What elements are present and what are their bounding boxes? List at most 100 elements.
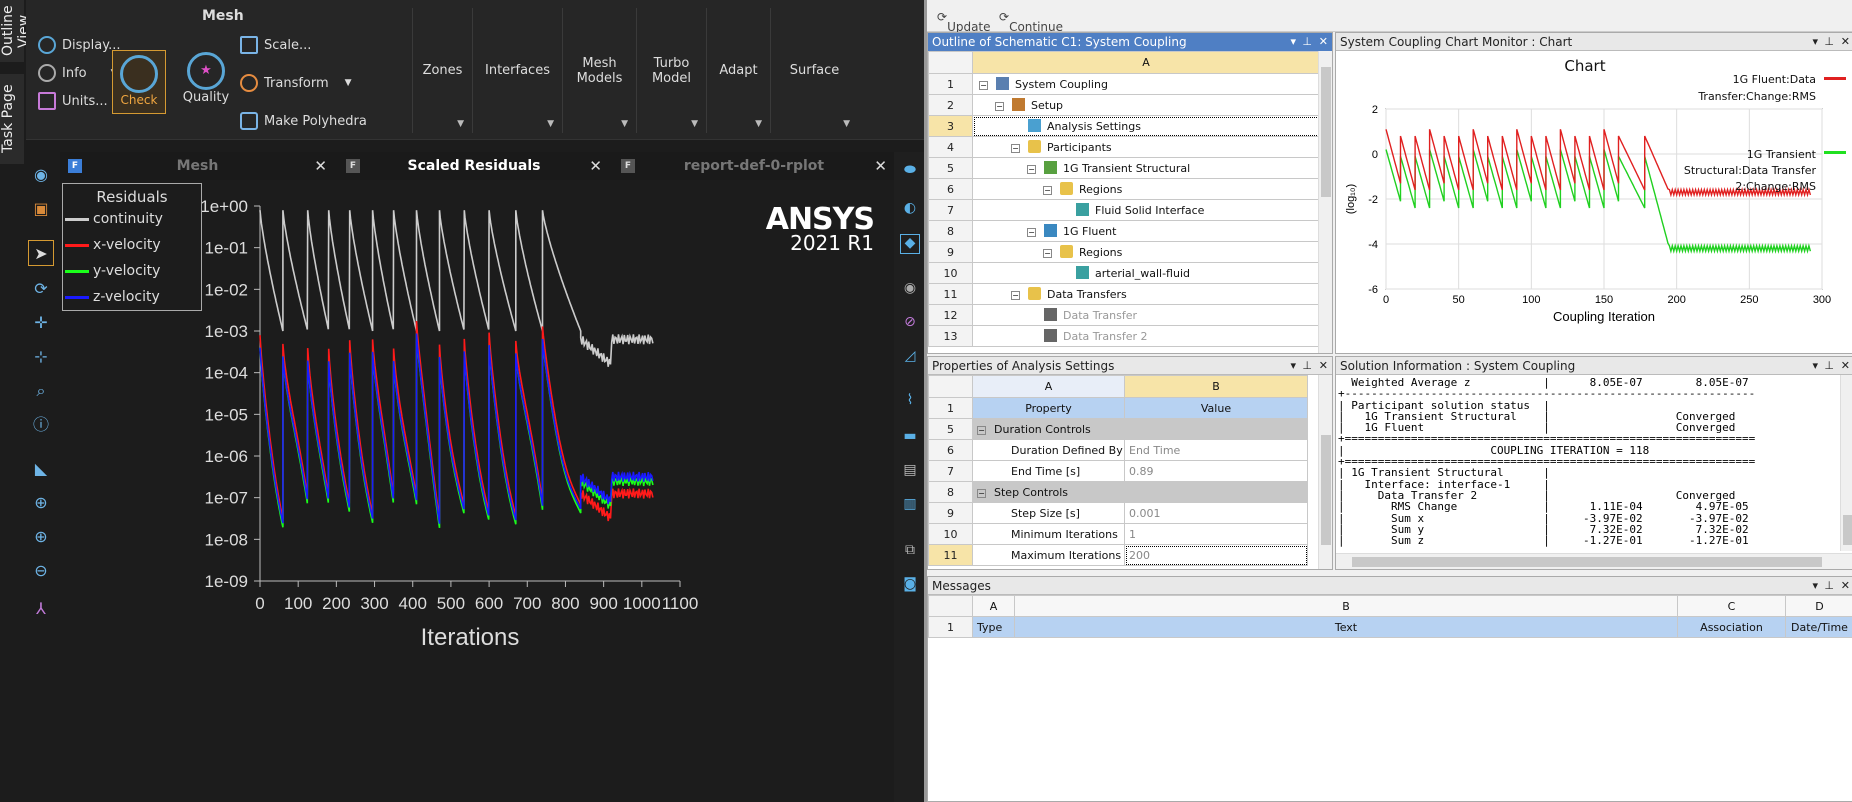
zoom-icon[interactable]: ⌕ bbox=[28, 378, 54, 404]
outline-cell[interactable]: Data Transfer bbox=[972, 304, 1320, 326]
property-value[interactable]: 1 bbox=[1124, 523, 1308, 545]
outline-row[interactable]: 4 − Participants bbox=[928, 136, 1320, 158]
surface-menu[interactable]: Surface ▼ bbox=[770, 8, 858, 133]
report-icon[interactable]: ▤ bbox=[900, 462, 920, 482]
scroll-thumb[interactable] bbox=[1843, 515, 1852, 545]
outline-row[interactable]: 6 − Regions bbox=[928, 178, 1320, 200]
outline-cell[interactable]: − Participants bbox=[972, 136, 1320, 158]
axes-icon[interactable]: ⅄ bbox=[28, 596, 54, 622]
transform-button[interactable]: Transform ▼ bbox=[240, 74, 352, 92]
tab-report-def-0-rplot[interactable]: Freport-def-0-rplot ✕ bbox=[613, 152, 895, 180]
mesh-display-icon[interactable]: ◉ bbox=[28, 162, 54, 188]
outline-row[interactable]: 5 − 1G Transient Structural bbox=[928, 157, 1320, 179]
outline-row[interactable]: 3 Analysis Settings bbox=[928, 115, 1320, 137]
scroll-thumb[interactable] bbox=[1321, 435, 1331, 545]
property-group[interactable]: − Duration Controls bbox=[972, 418, 1308, 440]
solution-hscrollbar[interactable] bbox=[1336, 553, 1852, 569]
mesh-models-menu[interactable]: Mesh Models ▼ bbox=[562, 8, 636, 133]
pan-icon[interactable]: ✛ bbox=[28, 310, 54, 336]
display-button[interactable]: Display... bbox=[38, 36, 120, 54]
layout-icon[interactable]: ▥ bbox=[900, 496, 920, 516]
property-row[interactable]: 9 Step Size [s] 0.001 bbox=[928, 502, 1308, 524]
outline-row[interactable]: 8 − 1G Fluent bbox=[928, 220, 1320, 242]
outline-cell[interactable]: − 1G Fluent bbox=[972, 220, 1320, 242]
eye-icon[interactable]: ◉ bbox=[900, 280, 920, 300]
property-row[interactable]: 7 End Time [s] 0.89 bbox=[928, 460, 1308, 482]
hide-icon[interactable]: ⊘ bbox=[900, 314, 920, 334]
scale-button[interactable]: Scale... bbox=[240, 36, 311, 54]
property-value[interactable]: End Time bbox=[1124, 439, 1308, 461]
interfaces-menu[interactable]: Interfaces ▼ bbox=[472, 8, 562, 133]
close-icon[interactable]: ✕ bbox=[314, 152, 327, 180]
units-button[interactable]: Units... bbox=[38, 92, 108, 110]
outline-cell[interactable]: Fluid Solid Interface bbox=[972, 199, 1320, 221]
outline-row[interactable]: 10 arterial_wall-fluid bbox=[928, 262, 1320, 284]
outline-row[interactable]: 13 Data Transfer 2 bbox=[928, 325, 1320, 347]
messages-type-header[interactable]: Type bbox=[972, 616, 1015, 638]
adapt-menu[interactable]: Adapt ▼ bbox=[706, 8, 770, 133]
dropdown-icon[interactable]: ▾ bbox=[1812, 33, 1818, 51]
screenshot-icon[interactable]: ◙ bbox=[900, 576, 920, 596]
tab-scaled-residuals[interactable]: F Scaled Residuals ✕ bbox=[338, 152, 610, 180]
outline-row[interactable]: 11 − Data Transfers bbox=[928, 283, 1320, 305]
make-polyhedra-button[interactable]: Make Polyhedra bbox=[240, 112, 367, 130]
plot-icon[interactable]: ⌇ bbox=[900, 392, 920, 412]
turbo-model-menu[interactable]: Turbo Model ▼ bbox=[636, 8, 706, 133]
collapse-icon[interactable]: − bbox=[1011, 144, 1020, 153]
task-page-tab[interactable]: Task Page bbox=[0, 74, 24, 164]
check-button[interactable]: Check bbox=[112, 50, 166, 114]
collapse-icon[interactable]: − bbox=[977, 488, 986, 498]
outline-cell[interactable]: − Setup bbox=[972, 94, 1320, 116]
pin-icon[interactable]: ⊥ bbox=[1824, 577, 1834, 595]
outline-cell[interactable]: arterial_wall-fluid bbox=[972, 262, 1320, 284]
update-button[interactable]: ⟳ Update bbox=[937, 10, 991, 34]
continue-calculation-button[interactable]: ⟳ Continue Calculation bbox=[999, 10, 1076, 48]
scroll-thumb[interactable] bbox=[1352, 557, 1822, 567]
dropdown-icon[interactable]: ▾ bbox=[1290, 33, 1296, 51]
outline-cell[interactable]: Analysis Settings bbox=[972, 115, 1320, 137]
outline-cell[interactable]: − Data Transfers bbox=[972, 283, 1320, 305]
outline-scrollbar[interactable] bbox=[1318, 51, 1332, 353]
outline-view-tab[interactable]: Outline View bbox=[0, 0, 32, 62]
probe-info-icon[interactable]: ⓘ bbox=[28, 412, 54, 438]
pin-icon[interactable]: ⊥ bbox=[1302, 357, 1312, 375]
copy-icon[interactable]: ⧉ bbox=[900, 542, 920, 562]
property-row[interactable]: 8− Step Controls bbox=[928, 481, 1308, 503]
collapse-icon[interactable]: − bbox=[1043, 249, 1052, 258]
property-row[interactable]: 11 Maximum Iterations 200 bbox=[928, 544, 1308, 566]
collapse-icon[interactable]: − bbox=[979, 81, 988, 90]
fit-icon[interactable]: ◣ bbox=[28, 456, 54, 482]
outline-row[interactable]: 2 − Setup bbox=[928, 94, 1320, 116]
close-icon[interactable]: ✕ bbox=[1319, 33, 1328, 51]
close-icon[interactable]: ✕ bbox=[1841, 357, 1850, 375]
close-icon[interactable]: ✕ bbox=[589, 152, 602, 180]
close-icon[interactable]: ✕ bbox=[1841, 577, 1850, 595]
outline-row[interactable]: 9 − Regions bbox=[928, 241, 1320, 263]
collapse-icon[interactable]: − bbox=[995, 102, 1004, 111]
outline-cell[interactable]: − System Coupling bbox=[972, 73, 1320, 95]
property-row[interactable]: 5− Duration Controls bbox=[928, 418, 1308, 440]
collapse-icon[interactable]: − bbox=[1043, 186, 1052, 195]
quality-button[interactable]: ★ Quality bbox=[176, 52, 236, 105]
property-group[interactable]: − Step Controls bbox=[972, 481, 1308, 503]
close-icon[interactable]: ✕ bbox=[874, 152, 887, 180]
camera-icon[interactable]: ◆ bbox=[900, 234, 920, 254]
outline-cell[interactable]: Data Transfer 2 bbox=[972, 325, 1320, 347]
pin-icon[interactable]: ⊥ bbox=[1824, 357, 1834, 375]
property-row[interactable]: 1 Property Value bbox=[928, 397, 1308, 419]
select-pointer-icon[interactable]: ➤ bbox=[28, 240, 54, 266]
solution-log[interactable]: Weighted Average z | 8.05E-07 8.05E-07 +-… bbox=[1336, 377, 1840, 547]
dropdown-icon[interactable]: ▾ bbox=[1812, 357, 1818, 375]
zoom-out-icon[interactable]: ⊖ bbox=[28, 558, 54, 584]
messages-association-header[interactable]: Association bbox=[1677, 616, 1786, 638]
property-row[interactable]: 10 Minimum Iterations 1 bbox=[928, 523, 1308, 545]
collapse-icon[interactable]: − bbox=[1011, 291, 1020, 300]
pin-icon[interactable]: ⊥ bbox=[1824, 33, 1834, 51]
outline-row[interactable]: 1− System Coupling bbox=[928, 73, 1320, 95]
messages-text-header[interactable]: Text bbox=[1014, 616, 1678, 638]
graphics-icon[interactable]: ▣ bbox=[28, 196, 54, 222]
outline-cell[interactable]: − 1G Transient Structural bbox=[972, 157, 1320, 179]
collapse-icon[interactable]: − bbox=[1027, 228, 1036, 237]
zones-menu[interactable]: Zones ▼ bbox=[412, 8, 472, 133]
zoom-to-fit-icon[interactable]: ⊕ bbox=[28, 490, 54, 516]
